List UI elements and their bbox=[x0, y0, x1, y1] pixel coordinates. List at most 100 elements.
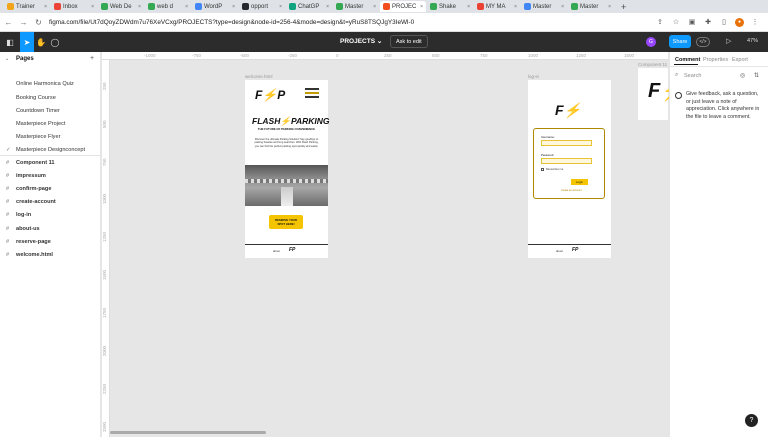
tab-close-icon[interactable]: × bbox=[185, 4, 188, 10]
page-item[interactable]: Masterpiece Designconcept bbox=[16, 147, 85, 153]
canvas[interactable]: welcome.html F⚡P FLASH⚡PARKING THE FUTUR… bbox=[110, 60, 685, 437]
welcome-frame[interactable]: F⚡P FLASH⚡PARKING THE FUTURE OF PARKING … bbox=[245, 80, 330, 258]
hamburger-menu-icon[interactable] bbox=[305, 88, 319, 99]
zoom-level[interactable]: 47% bbox=[747, 38, 758, 44]
ruler-tick: 750 bbox=[480, 53, 488, 58]
layer-item[interactable]: confirm-page bbox=[16, 186, 51, 192]
help-button[interactable]: ? bbox=[745, 414, 758, 427]
component-frame[interactable]: F⚡ bbox=[638, 68, 685, 120]
puzzle-icon[interactable]: ✚ bbox=[703, 18, 713, 26]
page-item[interactable]: Countdown Timer bbox=[16, 108, 60, 114]
sidepanel-icon[interactable]: ▯ bbox=[719, 18, 729, 26]
browser-tab[interactable]: Master × bbox=[521, 1, 567, 12]
frame-label-login[interactable]: log-in bbox=[528, 74, 539, 79]
tab-close-icon[interactable]: × bbox=[608, 4, 611, 10]
horizontal-scrollbar[interactable] bbox=[110, 431, 266, 434]
layer-item[interactable]: Component 11 bbox=[16, 160, 55, 166]
layer-item[interactable]: create-account bbox=[16, 199, 56, 205]
layer-item[interactable]: reserve-page bbox=[16, 239, 51, 245]
page-item[interactable]: Booking Course bbox=[16, 95, 56, 101]
tab-close-icon[interactable]: × bbox=[373, 4, 376, 10]
tab-close-icon[interactable]: × bbox=[420, 4, 423, 10]
comment-search-icon: ⌕ bbox=[675, 72, 679, 78]
username-label: Username: bbox=[541, 135, 555, 139]
right-panel-tab[interactable]: Comment bbox=[675, 57, 700, 63]
layer-item[interactable]: impressum bbox=[16, 173, 46, 179]
browser-tab[interactable]: Master × bbox=[333, 1, 379, 12]
tab-close-icon[interactable]: × bbox=[91, 4, 94, 10]
layer-item[interactable]: about-us bbox=[16, 226, 40, 232]
frame-icon: # bbox=[6, 173, 10, 179]
url-field[interactable]: figma.com/file/Ut7dQoyZDWdm7u76XeVCxg/PR… bbox=[49, 16, 649, 29]
right-panel-tab[interactable]: Export bbox=[732, 57, 748, 63]
reserve-spot-button[interactable]: RESERVE YOUR SPOT HERE! bbox=[269, 215, 303, 229]
new-tab-button[interactable]: + bbox=[621, 2, 626, 12]
bookmark-star-icon[interactable]: ☆ bbox=[671, 18, 681, 26]
menu-dots-icon[interactable]: ⋮ bbox=[750, 18, 760, 26]
tab-close-icon[interactable]: × bbox=[44, 4, 47, 10]
browser-tab[interactable]: Shake × bbox=[427, 1, 473, 12]
hand-tool-icon[interactable]: ✋ bbox=[34, 32, 48, 52]
login-frame[interactable]: F⚡ Username: Password: Remember me Login… bbox=[528, 80, 611, 258]
browser-tab[interactable]: ChatGP × bbox=[286, 1, 332, 12]
ruler-tick: 2250 bbox=[102, 383, 107, 394]
filter-icon[interactable]: ◎ bbox=[740, 72, 745, 79]
present-button[interactable]: ▷ bbox=[726, 37, 731, 45]
browser-tab[interactable]: MY MA × bbox=[474, 1, 520, 12]
browser-tab[interactable]: Inbox × bbox=[51, 1, 97, 12]
reload-icon[interactable]: ↻ bbox=[34, 18, 43, 27]
layer-item[interactable]: welcome.html bbox=[16, 252, 53, 258]
password-input[interactable] bbox=[541, 158, 592, 164]
browser-tab[interactable]: opport × bbox=[239, 1, 285, 12]
frame-label-welcome[interactable]: welcome.html bbox=[245, 74, 273, 79]
create-account-link[interactable]: create an account bbox=[561, 189, 582, 192]
avatar[interactable]: G bbox=[646, 37, 656, 47]
ruler-tick: 1250 bbox=[102, 231, 107, 242]
browser-tab[interactable]: web d × bbox=[145, 1, 191, 12]
page-item[interactable]: Online Harmonica Quiz bbox=[16, 81, 74, 87]
tab-close-icon[interactable]: × bbox=[514, 4, 517, 10]
file-title[interactable]: PROJECTS ⌄ bbox=[340, 37, 382, 45]
back-icon[interactable]: ← bbox=[4, 18, 13, 27]
browser-tab[interactable]: Trainer × bbox=[4, 1, 50, 12]
tab-close-icon[interactable]: × bbox=[561, 4, 564, 10]
extension-icon[interactable]: ▣ bbox=[687, 18, 697, 26]
tab-label: WordP bbox=[204, 3, 223, 10]
tab-close-icon[interactable]: × bbox=[279, 4, 282, 10]
page-item[interactable]: Masterpiece Flyer bbox=[16, 134, 60, 140]
tab-close-icon[interactable]: × bbox=[232, 4, 235, 10]
sort-icon[interactable]: ⇅ bbox=[754, 72, 759, 79]
remember-checkbox[interactable] bbox=[541, 168, 544, 171]
tab-favicon-icon bbox=[571, 3, 578, 10]
login-button[interactable]: Login bbox=[571, 179, 588, 185]
share-button[interactable]: Share bbox=[669, 35, 691, 48]
add-page-icon[interactable]: + bbox=[90, 55, 94, 62]
main-menu-icon[interactable]: ◧ bbox=[0, 32, 20, 52]
ruler-tick: 1000 bbox=[102, 193, 107, 204]
forward-icon[interactable]: → bbox=[19, 18, 28, 27]
browser-tab[interactable]: Master × bbox=[568, 1, 614, 12]
dev-mode-icon[interactable]: </> bbox=[696, 37, 710, 47]
frame-label-component[interactable]: Component 11 bbox=[638, 62, 667, 67]
sidebar-divider bbox=[0, 155, 101, 156]
browser-tab[interactable]: WordP × bbox=[192, 1, 238, 12]
share-page-icon[interactable]: ⇪ bbox=[655, 18, 665, 26]
browser-tab[interactable]: PROJEC × bbox=[380, 1, 426, 12]
comment-search-input[interactable]: Search bbox=[684, 73, 701, 79]
pages-chevron-icon[interactable]: ⌄ bbox=[5, 56, 9, 62]
frame-icon: # bbox=[6, 160, 10, 166]
browser-tab[interactable]: Web De × bbox=[98, 1, 144, 12]
username-input[interactable] bbox=[541, 140, 592, 146]
tab-close-icon[interactable]: × bbox=[138, 4, 141, 10]
move-tool-icon[interactable]: ➤ bbox=[20, 32, 34, 52]
comment-tool-icon[interactable]: ◯ bbox=[48, 32, 62, 52]
layer-item[interactable]: log-in bbox=[16, 212, 31, 218]
tab-close-icon[interactable]: × bbox=[326, 4, 329, 10]
address-bar: ← → ↻ figma.com/file/Ut7dQoyZDWdm7u76XeV… bbox=[0, 13, 768, 32]
flash-logo: F⚡P bbox=[255, 88, 286, 102]
right-panel-tab[interactable]: Properties bbox=[703, 57, 728, 63]
tab-close-icon[interactable]: × bbox=[467, 4, 470, 10]
profile-icon[interactable]: ● bbox=[735, 17, 744, 27]
page-item[interactable]: Masterpiece Project bbox=[16, 121, 65, 127]
ask-to-edit-button[interactable]: Ask to edit bbox=[390, 35, 428, 48]
